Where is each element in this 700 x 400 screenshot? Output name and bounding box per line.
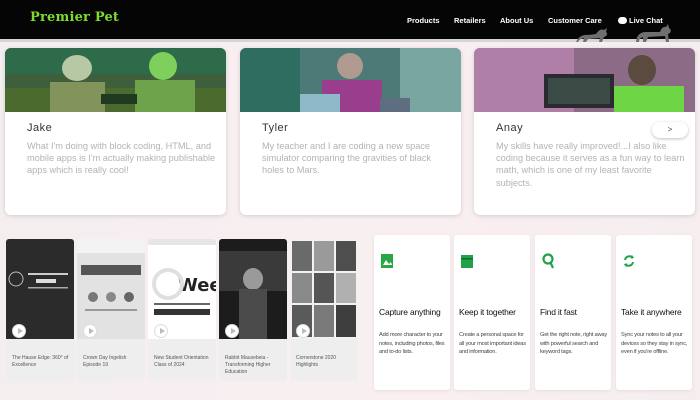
student-photo: [240, 48, 461, 112]
video-title: The Hause Edge: 360° of Excellence: [12, 355, 69, 368]
feature-title: Capture anything: [379, 307, 441, 317]
pet-silhouette-icon: [576, 24, 671, 42]
testimonial-quote: What I'm doing with block coding, HTML, …: [27, 141, 216, 176]
nav-about-us[interactable]: About Us: [500, 16, 533, 25]
sync-icon: [624, 255, 634, 267]
top-navigation-bar: Premier Pet Products Retailers About Us …: [0, 0, 700, 42]
student-name: Anay: [496, 122, 524, 134]
folder-icon: [461, 255, 473, 268]
testimonial-quote: My skills have really improved!...I also…: [496, 141, 685, 188]
video-card[interactable]: Cornerstone 2020 Highlights: [290, 239, 358, 381]
video-title: Crown Day Ingelish Episode 19: [83, 355, 127, 368]
search-icon: [542, 253, 555, 269]
feature-card: Take it anywhere Sync your notes to all …: [616, 235, 692, 390]
student-name: Jake: [27, 122, 53, 134]
testimonial-card: Jake What I'm doing with block coding, H…: [5, 48, 226, 215]
video-title: Cornerstone 2020 Highlights: [296, 355, 337, 368]
nav-retailers[interactable]: Retailers: [454, 16, 486, 25]
testimonial-card: Tyler My teacher and I are coding a new …: [240, 48, 461, 215]
video-card[interactable]: Crown Day Ingelish Episode 19: [77, 239, 145, 381]
video-card[interactable]: Week New Student Orientation Class of 20…: [148, 239, 216, 381]
video-card[interactable]: The Hause Edge: 360° of Excellence: [6, 239, 74, 381]
play-icon[interactable]: [225, 324, 239, 338]
feature-title: Find it fast: [540, 307, 577, 317]
video-card[interactable]: Rabbit Mausebeia - Transforming Higher E…: [219, 239, 287, 381]
video-title: Rabbit Mausebeia - Transforming Higher E…: [225, 355, 271, 375]
carousel-next-button[interactable]: >: [652, 122, 688, 138]
feature-title: Keep it together: [459, 307, 516, 317]
video-title: New Student Orientation Class of 2024: [154, 355, 209, 368]
feature-card: Capture anything Add more character to y…: [374, 235, 450, 390]
play-icon[interactable]: [154, 324, 168, 338]
feature-description: Add more character to your notes, includ…: [379, 332, 445, 355]
play-icon[interactable]: [83, 324, 97, 338]
image-icon: [381, 254, 393, 268]
student-name: Tyler: [262, 122, 289, 134]
feature-description: Sync your notes to all your devices so t…: [621, 332, 688, 355]
student-photo: [5, 48, 226, 112]
nav-products[interactable]: Products: [407, 16, 440, 25]
premier-pet-logo[interactable]: Premier Pet: [30, 10, 119, 25]
feature-title: Take it anywhere: [621, 307, 682, 317]
student-photo: [474, 48, 695, 112]
play-icon[interactable]: [12, 324, 26, 338]
feature-description: Get the right note, right away with powe…: [540, 332, 608, 355]
play-icon[interactable]: [296, 324, 310, 338]
feature-card: Keep it together Create a personal space…: [454, 235, 530, 390]
feature-description: Create a personal space for all your mos…: [459, 332, 526, 355]
feature-card: Find it fast Get the right note, right a…: [535, 235, 611, 390]
testimonial-quote: My teacher and I are coding a new space …: [262, 141, 432, 176]
